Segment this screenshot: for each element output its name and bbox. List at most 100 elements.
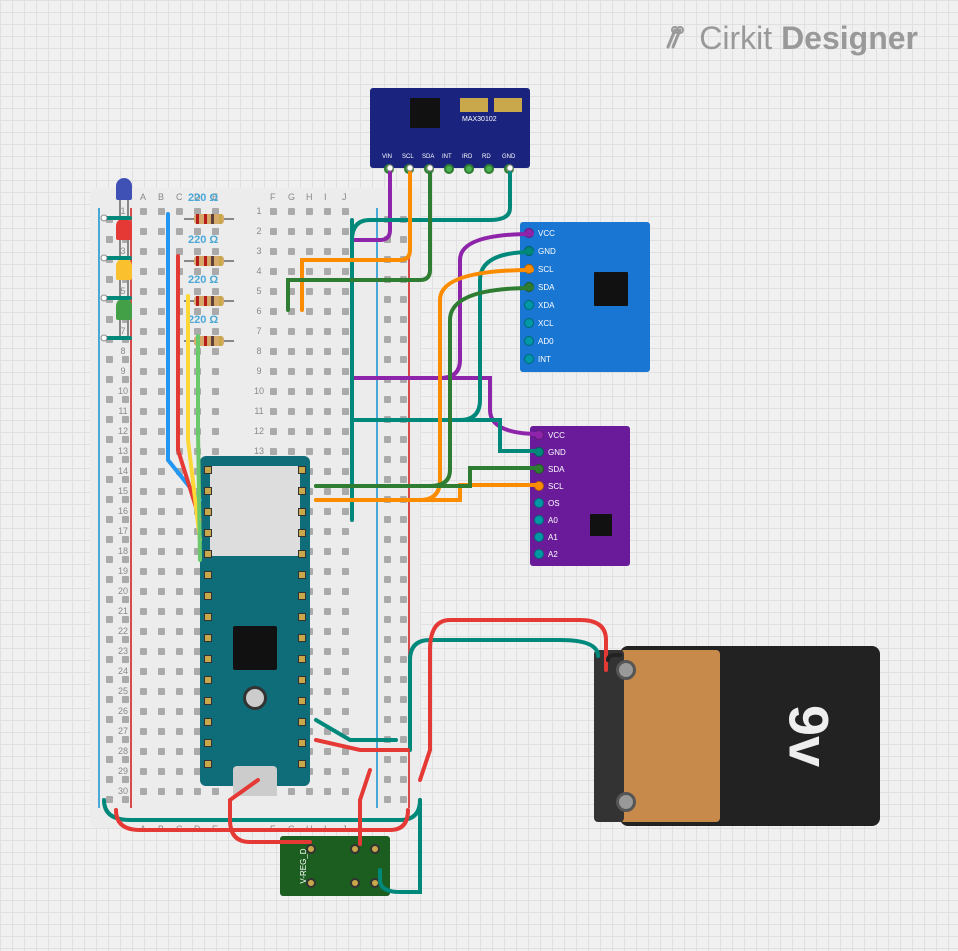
breadboard-rail-hole [106, 496, 113, 503]
lm75-pin-gnd: GND [534, 447, 566, 457]
breadboard-hole [342, 588, 349, 595]
breadboard-rail-hole [400, 476, 407, 483]
breadboard-rail-hole [384, 316, 391, 323]
breadboard-rail-hole [106, 436, 113, 443]
breadboard-rail-hole [122, 616, 129, 623]
breadboard-hole [324, 208, 331, 215]
breadboard-rail-hole [400, 276, 407, 283]
breadboard-hole [176, 668, 183, 675]
breadboard-hole [324, 468, 331, 475]
brand-text-1: Cirkit [699, 20, 781, 56]
breadboard-hole [270, 328, 277, 335]
breadboard-hole [140, 488, 147, 495]
breadboard-hole [306, 448, 313, 455]
breadboard-hole [140, 228, 147, 235]
breadboard-hole [176, 508, 183, 515]
arduino-pin [298, 655, 306, 663]
breadboard-col-label: C [176, 192, 183, 202]
breadboard-hole [158, 348, 165, 355]
breadboard-rail-hole [106, 536, 113, 543]
max30102-pin-vin [384, 164, 394, 174]
breadboard-hole [306, 228, 313, 235]
arduino-pin [298, 529, 306, 537]
breadboard-hole [176, 568, 183, 575]
breadboard-hole [194, 788, 201, 795]
breadboard-hole [140, 728, 147, 735]
battery-terminal-pos [616, 660, 636, 680]
breadboard-hole [324, 768, 331, 775]
breadboard-rail-hole [106, 236, 113, 243]
max30102-pin-label: INT [442, 154, 452, 160]
breadboard-hole [194, 328, 201, 335]
breadboard-hole [342, 728, 349, 735]
breadboard-col-label: G [288, 192, 295, 202]
breadboard-row-label: 10 [252, 386, 266, 396]
breadboard-hole [176, 748, 183, 755]
arduino-pin [204, 697, 212, 705]
mpu6050-sensor: VCCGNDSCLSDAXDAXCLAD0INT [520, 222, 650, 372]
breadboard-col-label: F [270, 824, 276, 834]
breadboard-hole [194, 408, 201, 415]
breadboard-row-label: 24 [116, 666, 130, 676]
breadboard-hole [158, 648, 165, 655]
breadboard-hole [176, 708, 183, 715]
arduino-pin [298, 739, 306, 747]
breadboard-rail-hole [384, 676, 391, 683]
breadboard-hole [342, 348, 349, 355]
breadboard-hole [324, 428, 331, 435]
breadboard-hole [140, 768, 147, 775]
breadboard-rail-hole [106, 636, 113, 643]
breadboard-hole [306, 348, 313, 355]
breadboard-hole [158, 428, 165, 435]
breadboard-row-label: 11 [116, 406, 130, 416]
breadboard-hole [306, 368, 313, 375]
breadboard-hole [212, 368, 219, 375]
breadboard-hole [158, 328, 165, 335]
breadboard-rail-hole [384, 756, 391, 763]
breadboard-rail-hole [106, 616, 113, 623]
arduino-pin [204, 655, 212, 663]
breadboard-row-label: 7 [252, 326, 266, 336]
breadboard-rail-hole [384, 776, 391, 783]
breadboard-hole [342, 408, 349, 415]
breadboard-rail-hole [122, 596, 129, 603]
mpu6050-pin-xda: XDA [524, 300, 554, 310]
breadboard-hole [140, 448, 147, 455]
arduino-usb-port [233, 766, 277, 796]
breadboard-row-label: 9 [252, 366, 266, 376]
breadboard-hole [306, 288, 313, 295]
arduino-pin [298, 613, 306, 621]
breadboard-hole [140, 668, 147, 675]
breadboard-hole [140, 548, 147, 555]
app-logo: Cirkit Designer [663, 20, 918, 60]
breadboard-hole [140, 568, 147, 575]
breadboard-hole [324, 248, 331, 255]
breadboard-hole [306, 248, 313, 255]
breadboard-hole [342, 748, 349, 755]
breadboard-rail-hole [400, 416, 407, 423]
breadboard-hole [176, 228, 183, 235]
lm75-pin-a0: A0 [534, 515, 558, 525]
arduino-pin [204, 466, 212, 474]
breadboard-hole [342, 608, 349, 615]
breadboard-hole [324, 588, 331, 595]
breadboard-rail-hole [384, 636, 391, 643]
breadboard-hole [306, 428, 313, 435]
breadboard-rail-hole [400, 796, 407, 803]
breadboard-row-label: 8 [252, 346, 266, 356]
resistor-3 [184, 296, 234, 306]
breadboard-hole [212, 408, 219, 415]
breadboard-rail-hole [106, 276, 113, 283]
breadboard-col-label: A [140, 824, 146, 834]
logo-icon [663, 22, 693, 60]
breadboard-hole [270, 308, 277, 315]
red-led [116, 218, 132, 240]
arduino-nano [200, 456, 310, 786]
arduino-pin [204, 529, 212, 537]
breadboard-hole [270, 288, 277, 295]
breadboard-hole [140, 388, 147, 395]
breadboard-rail-hole [122, 356, 129, 363]
breadboard-rail-hole [106, 776, 113, 783]
resistor-4 [184, 336, 234, 346]
breadboard-col-label: E [212, 824, 218, 834]
